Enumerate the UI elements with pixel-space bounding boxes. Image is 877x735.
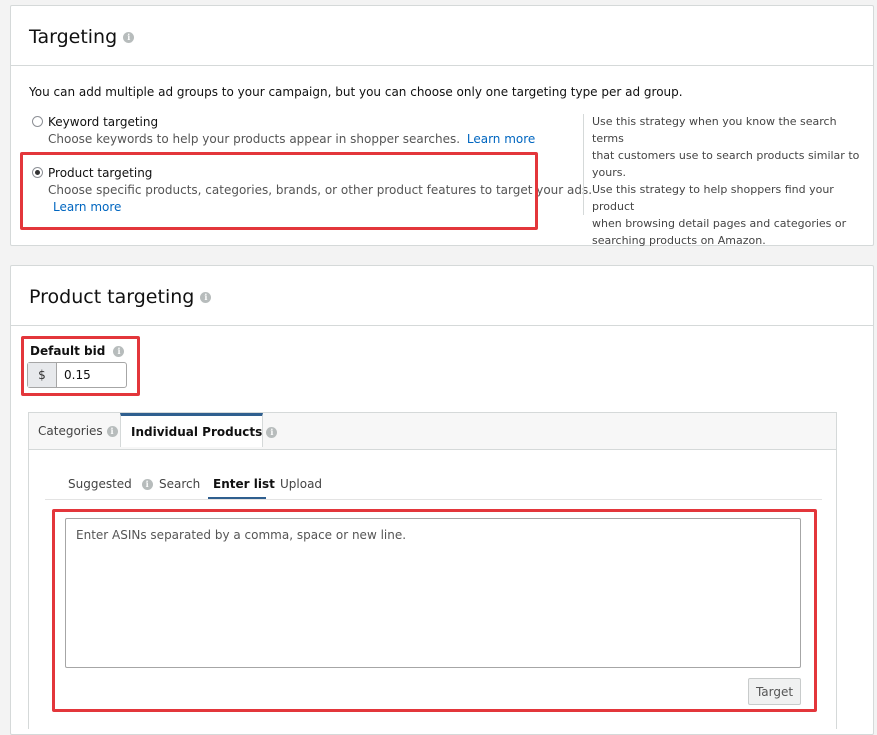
- product-targeting-title-wrap: Product targeting i: [29, 286, 212, 308]
- info-icon[interactable]: i: [106, 426, 118, 437]
- help-line: Use this strategy to help shoppers find …: [592, 183, 834, 213]
- tab-categories[interactable]: Categories i: [38, 413, 118, 449]
- tab-individual-products-label: Individual Products: [131, 425, 263, 439]
- targeting-intro: You can add multiple ad groups to your c…: [29, 85, 683, 99]
- divider: [11, 325, 873, 326]
- keyword-targeting-description: Choose keywords to help your products ap…: [48, 132, 535, 146]
- subtab-suggested[interactable]: Suggested i: [68, 477, 153, 491]
- help-line: yours.: [592, 166, 626, 179]
- keyword-targeting-label[interactable]: Keyword targeting: [48, 115, 158, 129]
- targeting-title: Targeting: [29, 26, 118, 48]
- subtab-search[interactable]: Search: [159, 477, 200, 491]
- targeting-title-wrap: Targeting i: [29, 26, 135, 48]
- keyword-targeting-radio[interactable]: [32, 116, 43, 127]
- default-bid-highlight: [21, 336, 140, 396]
- keyword-targeting-description-text: Choose keywords to help your products ap…: [48, 132, 461, 146]
- subtab-divider: [45, 499, 822, 500]
- targeting-help-text: Use this strategy when you know the sear…: [592, 113, 867, 249]
- product-targeting-title: Product targeting: [29, 286, 195, 308]
- info-icon[interactable]: i: [266, 427, 278, 438]
- product-targeting-highlight: [20, 152, 538, 230]
- keyword-learn-more-link[interactable]: Learn more: [467, 132, 535, 146]
- info-icon[interactable]: i: [141, 479, 153, 490]
- help-line: that customers use to search products si…: [592, 149, 860, 162]
- subtab-upload[interactable]: Upload: [280, 477, 322, 491]
- help-line: searching products on Amazon.: [592, 234, 766, 247]
- help-line: Use this strategy when you know the sear…: [592, 115, 837, 145]
- info-icon[interactable]: i: [123, 32, 135, 43]
- info-icon[interactable]: i: [200, 292, 212, 303]
- active-subtab-indicator: [208, 497, 266, 499]
- tabs-bar: Categories i Individual Products i: [29, 413, 836, 450]
- subtab-enter-list[interactable]: Enter list: [213, 477, 275, 491]
- help-separator: [583, 114, 584, 215]
- divider: [11, 65, 873, 66]
- help-line: when browsing detail pages and categorie…: [592, 217, 847, 230]
- enter-list-highlight: [52, 509, 817, 712]
- subtab-suggested-label: Suggested: [68, 477, 132, 491]
- tab-individual-products[interactable]: Individual Products i: [120, 413, 278, 447]
- tab-categories-label: Categories: [38, 424, 103, 438]
